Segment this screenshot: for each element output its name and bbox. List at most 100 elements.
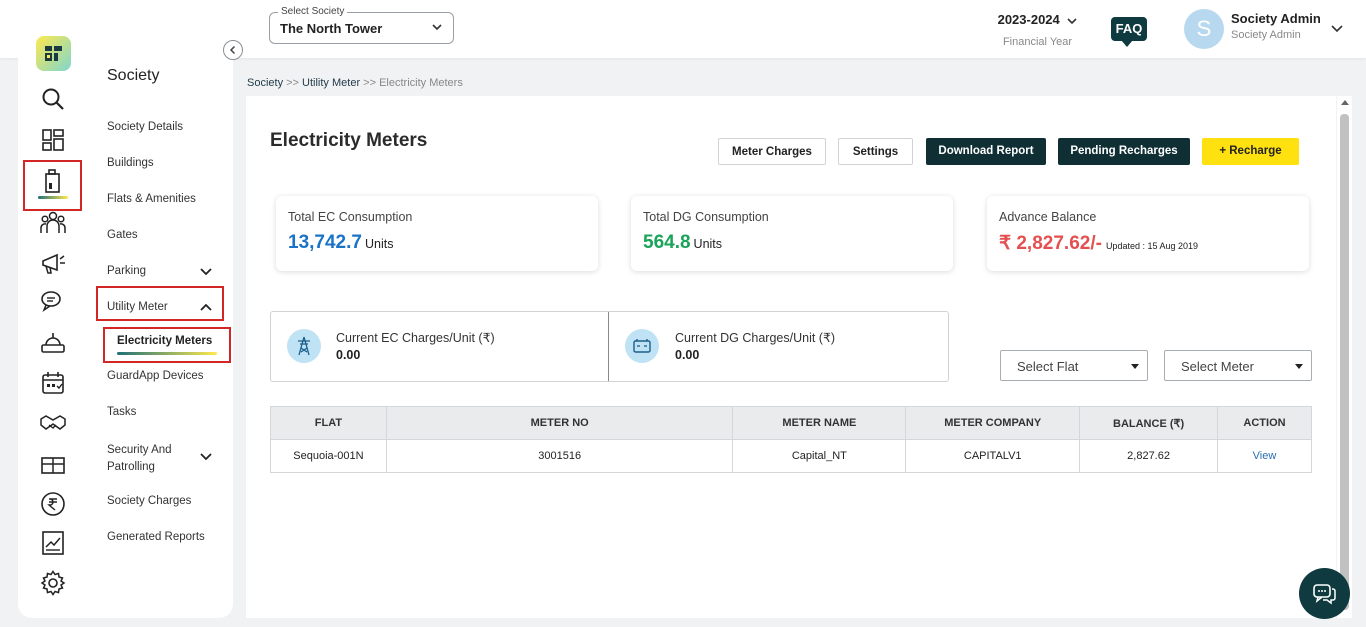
subnav-item-guardapp-devices[interactable]: GuardApp Devices: [107, 370, 204, 382]
column-header-meter-company[interactable]: METER COMPANY: [905, 406, 1081, 440]
active-indicator-bar: [117, 352, 217, 355]
breadcrumb-separator: >>: [360, 77, 380, 89]
unit-label: Units: [364, 237, 394, 251]
advance-balance-card: Advance Balance ₹ 2,827.62/- Updated : 15…: [987, 196, 1309, 271]
chat-icon[interactable]: [40, 289, 66, 315]
helpdesk-icon[interactable]: [40, 330, 66, 356]
settings-button[interactable]: Settings: [838, 138, 913, 165]
financial-year-selector[interactable]: 2023-2024 Financial Year: [990, 12, 1085, 48]
vertical-scrollbar[interactable]: [1337, 96, 1352, 618]
table-header-row: FLAT METER NO METER NAME METER COMPANY B…: [270, 406, 1312, 440]
subnav-item-buildings[interactable]: Buildings: [107, 157, 154, 169]
card-label: Advance Balance: [999, 210, 1097, 224]
select-flat-placeholder: Select Flat: [1017, 359, 1079, 374]
chevron-down-icon[interactable]: [200, 453, 212, 461]
calendar-icon[interactable]: [40, 370, 66, 396]
divider: [608, 312, 609, 381]
subnav-item-parking[interactable]: Parking: [107, 265, 146, 277]
subnav-item-flats-amenities[interactable]: Flats & Amenities: [107, 193, 196, 205]
ec-charges-value: 0.00: [336, 348, 361, 362]
select-flat-dropdown[interactable]: Select Flat: [1000, 350, 1148, 381]
active-indicator-bar: [38, 196, 68, 199]
select-meter-dropdown[interactable]: Select Meter: [1164, 350, 1312, 381]
announcement-icon[interactable]: [40, 250, 66, 276]
settings-gear-icon[interactable]: [40, 570, 66, 596]
ec-consumption-value: 13,742.7: [288, 232, 362, 253]
total-dg-consumption-card: Total DG Consumption 564.8 Units: [631, 196, 953, 271]
icon-rail: [18, 14, 88, 618]
meters-table: FLAT METER NO METER NAME METER COMPANY B…: [270, 406, 1312, 473]
rupee-icon[interactable]: [40, 491, 66, 517]
app-logo-icon[interactable]: [36, 36, 71, 71]
select-meter-placeholder: Select Meter: [1181, 359, 1254, 374]
download-report-button[interactable]: Download Report: [926, 138, 1046, 165]
gift-icon[interactable]: [40, 451, 66, 477]
generator-battery-icon: [625, 329, 659, 363]
subnav-item-security-patrolling[interactable]: Security And Patrolling: [107, 442, 187, 476]
column-header-meter-name[interactable]: METER NAME: [732, 406, 907, 440]
view-link[interactable]: View: [1217, 439, 1312, 473]
scroll-up-arrow-icon[interactable]: [1341, 100, 1349, 105]
subnav-item-electricity-meters[interactable]: Electricity Meters: [117, 335, 212, 347]
breadcrumb-separator: >>: [283, 77, 303, 89]
chevron-left-icon: [229, 45, 236, 55]
sidebar-collapse-button[interactable]: [223, 40, 243, 60]
subnav-item-tasks[interactable]: Tasks: [107, 406, 136, 418]
balance-updated-date: Updated : 15 Aug 2019: [1105, 241, 1199, 251]
subnav-item-generated-reports[interactable]: Generated Reports: [107, 531, 205, 543]
report-chart-icon[interactable]: [40, 530, 66, 556]
society-subnav: Society Society Details Buildings Flats …: [88, 14, 233, 618]
card-label: Total DG Consumption: [643, 210, 769, 224]
column-header-action: ACTION: [1217, 406, 1312, 440]
breadcrumb-society[interactable]: Society: [247, 77, 283, 89]
members-icon[interactable]: [40, 209, 66, 235]
scrollbar-thumb[interactable]: [1340, 114, 1349, 610]
society-select-label: Select Society: [278, 6, 348, 17]
cell-flat: Sequoia-001N: [270, 439, 387, 473]
electric-tower-icon: [287, 329, 321, 363]
chat-bubble-icon: [1313, 584, 1336, 605]
chevron-up-icon[interactable]: [200, 303, 212, 311]
pending-recharges-button[interactable]: Pending Recharges: [1058, 138, 1190, 165]
breadcrumb-current: Electricity Meters: [379, 77, 463, 89]
cell-balance: 2,827.62: [1079, 439, 1219, 473]
search-icon[interactable]: [40, 86, 66, 112]
subnav-item-gates[interactable]: Gates: [107, 229, 138, 241]
subnav-item-utility-meter[interactable]: Utility Meter: [107, 301, 168, 313]
breadcrumb: Society >> Utility Meter >> Electricity …: [247, 77, 463, 89]
recharge-button[interactable]: + Recharge: [1202, 138, 1299, 165]
chevron-down-icon[interactable]: [200, 268, 212, 276]
column-header-balance[interactable]: BALANCE (₹): [1079, 406, 1219, 440]
page-title: Electricity Meters: [270, 130, 428, 151]
current-charges-box: Current EC Charges/Unit (₹) 0.00 Current…: [270, 311, 949, 382]
user-name[interactable]: Society Admin: [1231, 11, 1321, 26]
subnav-item-society-charges[interactable]: Society Charges: [107, 495, 191, 507]
unit-label: Units: [693, 237, 723, 251]
dg-charges-value: 0.00: [675, 348, 700, 362]
avatar[interactable]: S: [1184, 9, 1224, 49]
column-header-flat[interactable]: FLAT: [270, 406, 387, 440]
breadcrumb-utility-meter[interactable]: Utility Meter: [302, 77, 360, 89]
cell-meter-company: CAPITALV1: [905, 439, 1081, 473]
caret-down-icon: [1295, 364, 1303, 369]
user-menu-chevron-icon[interactable]: [1331, 24, 1343, 34]
society-building-icon[interactable]: [40, 168, 66, 194]
subnav-title: Society: [107, 67, 160, 84]
advance-balance-value: ₹ 2,827.62/-: [999, 233, 1102, 254]
chat-support-button[interactable]: [1299, 568, 1350, 619]
meter-charges-button[interactable]: Meter Charges: [718, 138, 826, 165]
subnav-item-society-details[interactable]: Society Details: [107, 121, 183, 133]
column-header-meter-no[interactable]: METER NO: [385, 406, 734, 440]
society-select-value: The North Tower: [280, 21, 383, 36]
faq-button[interactable]: FAQ: [1111, 17, 1147, 47]
dg-charges-label: Current DG Charges/Unit (₹): [675, 331, 836, 345]
handshake-icon[interactable]: [40, 410, 66, 436]
society-select[interactable]: Select Society The North Tower: [269, 6, 454, 44]
user-role: Society Admin: [1231, 29, 1301, 41]
dashboard-icon[interactable]: [40, 127, 66, 153]
total-ec-consumption-card: Total EC Consumption 13,742.7 Units: [276, 196, 598, 271]
caret-down-icon: [1131, 364, 1139, 369]
ec-charges-label: Current EC Charges/Unit (₹): [336, 331, 495, 345]
financial-year-label: Financial Year: [1002, 36, 1073, 48]
main-panel: Electricity Meters Meter Charges Setting…: [246, 96, 1336, 618]
